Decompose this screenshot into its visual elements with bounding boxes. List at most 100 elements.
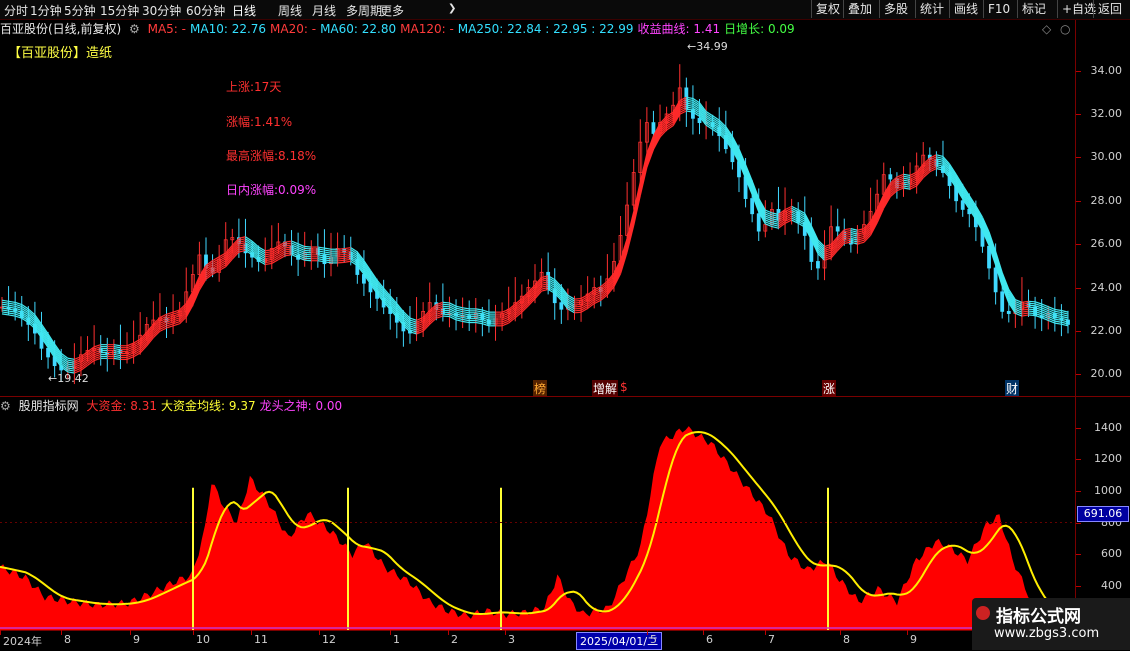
event-marker[interactable]: $ [619, 380, 629, 394]
ma-ribbon-segment [903, 177, 911, 180]
ma-ribbon-segment [337, 253, 345, 256]
event-marker[interactable]: 涨 [822, 380, 837, 397]
period-toolbar: 分时 1分钟 5分钟 15分钟 30分钟 60分钟 日线 周线 月线 多周期 更多 ❯ 复权 叠加 多股 统计… [0, 0, 1130, 20]
ma-ribbon-segment [903, 185, 911, 188]
ma-ribbon-segment [903, 179, 911, 182]
ma-ribbon-segment [442, 305, 450, 308]
ma-ribbon-segment [857, 231, 865, 235]
price-tick-mark [1076, 113, 1081, 115]
ma-ribbon-segment [574, 307, 582, 310]
period-tab[interactable]: 周线 [278, 2, 302, 19]
more-chevron-icon[interactable]: ❯ [448, 3, 456, 14]
period-tab[interactable]: 分时 [4, 2, 28, 19]
ma-ribbon-segment [1, 313, 9, 316]
ma-value: MA20: - [270, 22, 317, 36]
indicator-tick: 1200 [1094, 452, 1122, 466]
toolbar-button[interactable]: 标记 [1017, 0, 1050, 18]
ma-ribbon-segment [1028, 312, 1036, 315]
ma-ribbon-segment [462, 307, 470, 310]
ma-ribbon-segment [67, 357, 75, 360]
candle-body [835, 226, 840, 232]
period-tab[interactable]: 更多 [380, 2, 404, 19]
ma-ribbon-segment [1028, 310, 1036, 313]
date-tick: 9 [130, 630, 140, 646]
ma-ribbon-segment [475, 310, 483, 313]
toolbar-button[interactable]: 复权 [811, 0, 844, 18]
diamond-icon[interactable]: ◇ [1042, 20, 1051, 38]
period-tab[interactable]: 5分钟 [64, 2, 96, 19]
ma-ribbon-segment [113, 357, 121, 361]
toolbar-button[interactable]: 多股 [879, 0, 912, 18]
toolbar-button[interactable]: F10 [983, 0, 1014, 18]
candle-body [750, 198, 755, 215]
ma-ribbon-segment [475, 320, 483, 323]
ma-ribbon-segment [1054, 310, 1062, 314]
ma-ribbon-segment [857, 237, 865, 241]
period-tab[interactable]: 多周期 [346, 2, 382, 19]
ma-ribbon-segment [238, 236, 246, 239]
ma-ribbon-segment [1028, 300, 1036, 303]
price-tick: 22.00 [1090, 323, 1123, 337]
big-money-bars [0, 426, 1075, 630]
ma-ribbon-segment [67, 361, 75, 364]
price-tick-mark [1076, 374, 1081, 376]
ma-ribbon-segment [574, 309, 582, 312]
ma-ribbon-segment [850, 229, 858, 233]
low-price-label: ←19.42 [48, 372, 89, 385]
circle-icon[interactable]: ○ [1060, 20, 1070, 38]
event-marker[interactable]: 增解 [592, 380, 619, 397]
date-axis: 2025/04/01/二 2024年 8 9 10 11 12 1 2 3 5 6 7 8 9 [0, 630, 1075, 651]
date-tick: 10 [193, 630, 210, 646]
candlestick-chart[interactable]: ←34.99 ←19.42 [0, 38, 1075, 396]
ma-ribbon-segment [8, 314, 16, 317]
ma-ribbon-segment [574, 299, 582, 302]
indicator-title: 股朋指标网 [18, 399, 79, 413]
price-tick-mark [1076, 244, 1081, 246]
toolbar-button[interactable]: 统计 [915, 0, 948, 18]
candle-body [697, 117, 702, 124]
toolbar-button[interactable]: 画线 [949, 0, 982, 18]
ma-ribbon-segment [324, 249, 332, 252]
ma-ribbon-segment [337, 261, 345, 264]
stat-line: 涨幅:1.41% [226, 115, 293, 129]
ma-ribbon-segment [304, 249, 312, 252]
ma-ribbon-segment [304, 253, 312, 256]
period-tab[interactable]: 15分钟 [100, 2, 139, 19]
ma-ribbon-segment [1, 301, 9, 304]
indicator-tick: 1400 [1094, 420, 1122, 434]
toolbar-button[interactable]: 叠加 [843, 0, 876, 18]
high-price-label: ←34.99 [687, 40, 728, 53]
stock-title: 百亚股份(日线,前复权) [0, 22, 122, 36]
ma-value: MA5: - [147, 22, 186, 36]
ma-ribbon-segment [67, 369, 75, 372]
ma-ribbon-segment [442, 307, 450, 310]
stat-line: 上涨:17天 [226, 80, 282, 94]
date-tick: 11 [251, 630, 268, 646]
ma-ribbon-segment [442, 301, 450, 304]
ma-ribbon [1, 96, 1069, 374]
ma-ribbon-segment [1028, 304, 1036, 307]
period-tab[interactable]: 60分钟 [186, 2, 225, 19]
ma-ribbon-segment [850, 233, 858, 237]
toolbar-button[interactable]: 返回 [1093, 0, 1126, 18]
ma-ribbon-segment [337, 255, 345, 258]
period-tab[interactable]: 日线 [232, 2, 256, 19]
ma-ribbon-segment [265, 255, 272, 258]
period-tab[interactable]: 30分钟 [142, 2, 181, 19]
period-tab[interactable]: 月线 [312, 2, 336, 19]
settings-icon[interactable]: ⚙ [0, 399, 11, 413]
price-axis: 34.00 32.00 30.00 28.00 26.00 24.00 22.00 20.00 [1075, 20, 1130, 396]
indicator-chart[interactable] [0, 415, 1075, 630]
ma-ribbon-segment [574, 311, 582, 314]
indicator-tick-mark [1076, 490, 1081, 492]
settings-icon[interactable]: ⚙ [129, 22, 140, 36]
event-marker[interactable]: 财 [1005, 380, 1020, 397]
ma-ribbon-segment [857, 235, 865, 239]
stat-line: 最高涨幅:8.18% [226, 149, 317, 163]
period-tab[interactable]: 1分钟 [30, 2, 62, 19]
ma-ribbon-segment [265, 249, 272, 252]
indicator-value: 龙头之神: 0.00 [259, 399, 343, 413]
event-marker[interactable]: 榜 [533, 380, 548, 397]
indicator-info-line: ⚙ 股朋指标网 大资金: 8.31 大资金均线: 9.37 龙头之神: 0.00 [0, 397, 346, 415]
ma-ribbon-segment [903, 187, 911, 190]
